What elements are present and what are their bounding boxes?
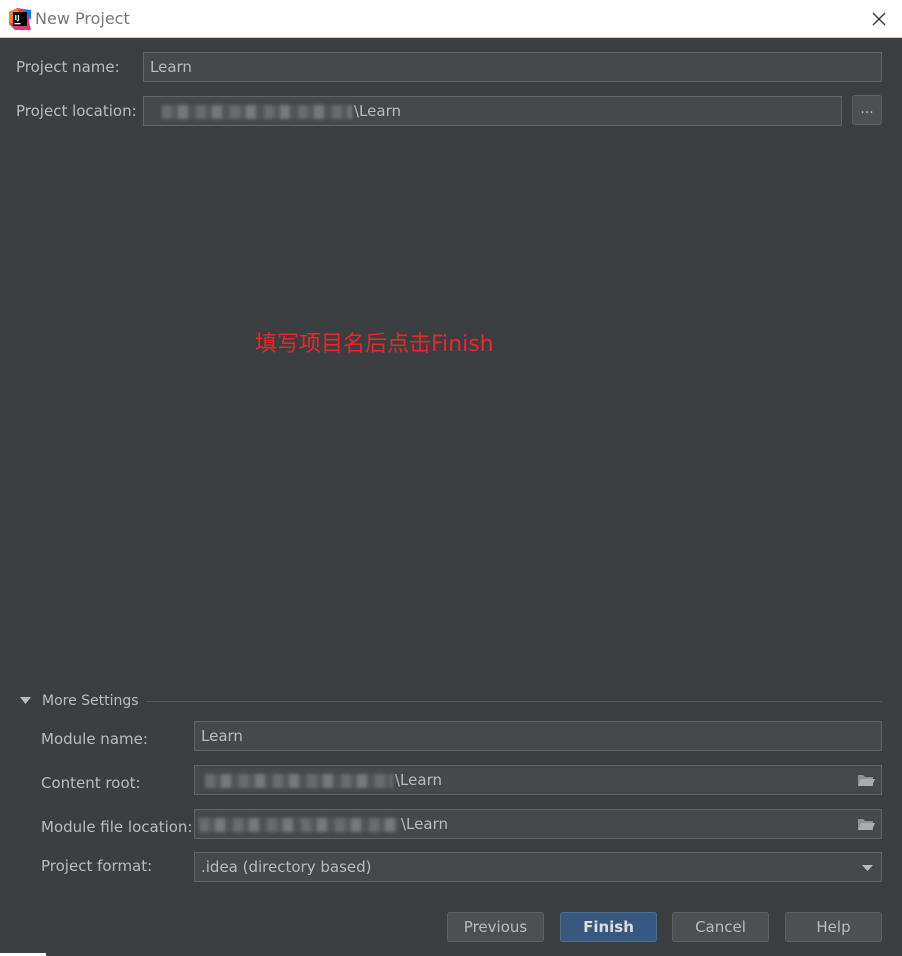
- folder-open-icon[interactable]: [857, 773, 875, 787]
- window-title: New Project: [35, 9, 130, 28]
- redacted-path: [162, 104, 352, 119]
- svg-text:IJ: IJ: [15, 14, 20, 22]
- intellij-idea-icon: IJ: [9, 8, 31, 30]
- content-root-input[interactable]: \Learn: [194, 765, 882, 795]
- browse-location-button[interactable]: ...: [852, 95, 882, 125]
- chevron-down-icon: [862, 865, 873, 871]
- redacted-path: [205, 773, 393, 788]
- close-icon: [872, 12, 886, 26]
- module-file-location-label: Module file location:: [41, 818, 193, 836]
- module-file-location-input[interactable]: \Learn: [194, 809, 882, 839]
- module-name-value: Learn: [201, 727, 243, 745]
- project-location-label: Project location:: [16, 102, 137, 120]
- project-name-value: Learn: [150, 58, 192, 76]
- project-format-label: Project format:: [41, 857, 153, 875]
- help-button[interactable]: Help: [785, 912, 882, 942]
- project-location-input[interactable]: \Learn: [143, 96, 842, 126]
- content-root-suffix: \Learn: [395, 771, 442, 789]
- content-root-label: Content root:: [41, 774, 141, 792]
- project-format-select[interactable]: .idea (directory based): [194, 852, 882, 882]
- cancel-button[interactable]: Cancel: [672, 912, 769, 942]
- folder-open-icon[interactable]: [857, 817, 875, 831]
- project-name-label: Project name:: [16, 58, 120, 76]
- module-name-label: Module name:: [41, 730, 148, 748]
- redacted-path: [199, 817, 399, 832]
- module-name-input[interactable]: Learn: [194, 721, 882, 751]
- more-settings-header: More Settings: [42, 693, 139, 709]
- project-name-input[interactable]: Learn: [143, 52, 882, 82]
- module-file-location-suffix: \Learn: [401, 815, 448, 833]
- settings-divider: [146, 701, 882, 702]
- project-location-suffix: \Learn: [354, 102, 401, 120]
- triangle-down-icon: [20, 697, 31, 704]
- title-bar: IJ New Project: [0, 0, 902, 38]
- project-format-value: .idea (directory based): [201, 858, 372, 876]
- finish-button[interactable]: Finish: [560, 912, 657, 942]
- previous-button[interactable]: Previous: [447, 912, 544, 942]
- close-button[interactable]: [856, 0, 902, 38]
- annotation-text: 填写项目名后点击Finish: [255, 332, 494, 357]
